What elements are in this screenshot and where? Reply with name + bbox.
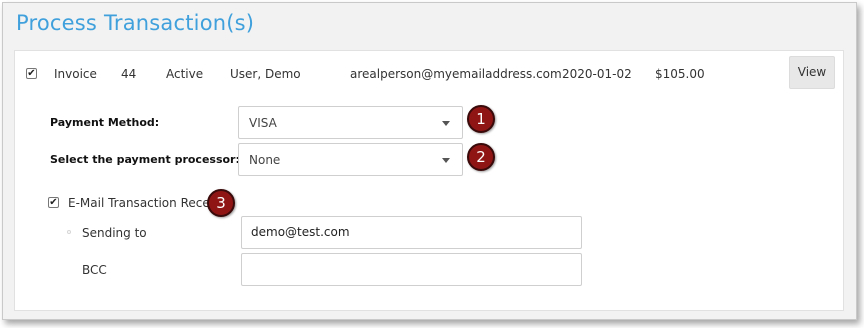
chevron-down-icon <box>442 121 450 126</box>
payment-processor-value: None <box>249 153 281 167</box>
transaction-status: Active <box>166 67 204 81</box>
payment-method-label: Payment Method: <box>50 116 160 129</box>
transaction-customer-name: User, Demo <box>230 67 301 81</box>
sending-to-input[interactable]: demo@test.com <box>241 216 582 249</box>
transaction-date: 2020-01-02 <box>562 67 632 81</box>
transaction-number: 44 <box>121 67 137 81</box>
bcc-input[interactable] <box>241 253 582 286</box>
transaction-select-checkbox[interactable]: ✔ <box>26 68 37 79</box>
transaction-type: Invoice <box>54 67 97 81</box>
payment-processor-label: Select the payment processor: <box>50 153 240 166</box>
sending-to-label: Sending to <box>82 226 147 240</box>
bcc-label: BCC <box>82 263 107 277</box>
payment-method-value: VISA <box>249 116 277 130</box>
callout-marker-2: 2 <box>467 143 495 171</box>
payment-method-select[interactable]: VISA <box>238 106 463 139</box>
email-receipt-label: E-Mail Transaction Receipt <box>68 196 226 210</box>
chevron-down-icon <box>442 158 450 163</box>
callout-marker-3: 3 <box>207 189 235 217</box>
page-title: Process Transaction(s) <box>16 11 255 35</box>
email-receipt-checkbox[interactable]: ✔ <box>48 197 59 208</box>
bullet-icon <box>67 230 71 234</box>
transaction-amount: $105.00 <box>655 67 705 81</box>
view-button[interactable]: View <box>789 56 835 89</box>
callout-marker-1: 1 <box>467 105 495 133</box>
payment-processor-select[interactable]: None <box>238 143 463 176</box>
transaction-email: arealperson@myemailaddress.com <box>350 67 562 81</box>
